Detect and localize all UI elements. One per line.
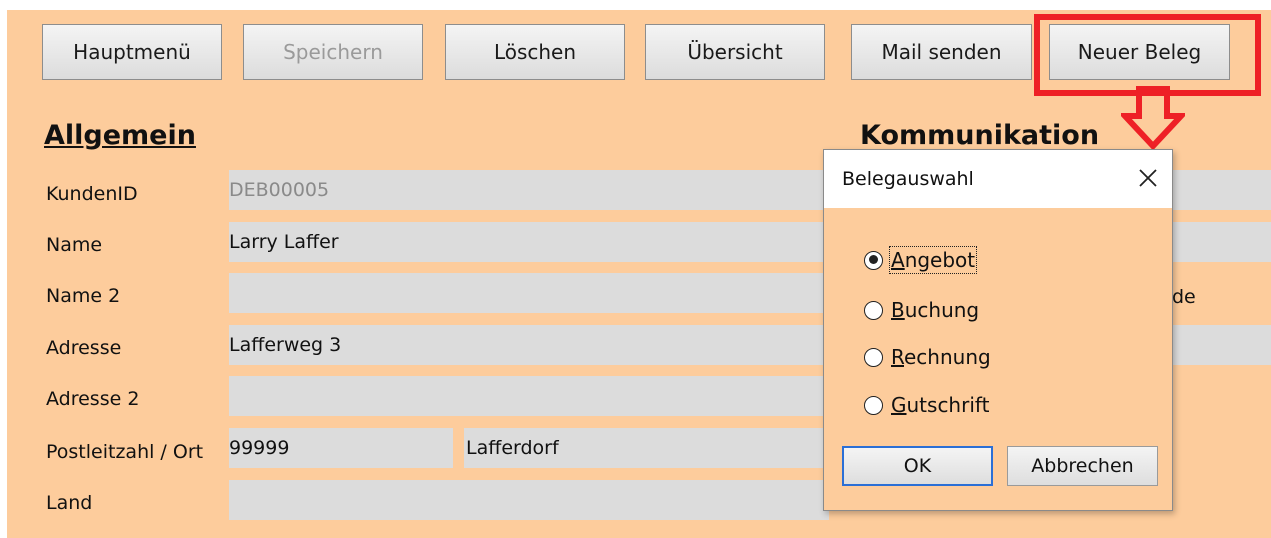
- radio-button[interactable]: [864, 300, 883, 320]
- ok-button[interactable]: OK: [842, 446, 993, 486]
- section-title-communication: Kommunikation: [860, 120, 1100, 151]
- section-title-general: Allgemein: [44, 120, 196, 151]
- cancel-button[interactable]: Abbrechen: [1007, 446, 1158, 486]
- save-button: Speichern: [243, 24, 423, 80]
- radio-label-rechnung: Rechnung: [891, 345, 991, 369]
- annotation-highlight-box: [1034, 14, 1261, 96]
- radio-button-checked[interactable]: [864, 250, 883, 270]
- name-2-field[interactable]: [229, 273, 829, 313]
- adresse-field[interactable]: Lafferweg 3: [229, 325, 829, 365]
- radio-option-gutschrift[interactable]: Gutschrift: [864, 393, 989, 417]
- radio-option-angebot[interactable]: Angebot: [864, 246, 978, 274]
- dialog-title: Belegauswahl: [842, 168, 974, 190]
- label-kunden-id: KundenID: [46, 183, 138, 205]
- radio-button[interactable]: [864, 395, 883, 415]
- radio-option-buchung[interactable]: Buchung: [864, 298, 979, 322]
- down-arrow-icon: [1121, 86, 1185, 151]
- plz-field[interactable]: 99999: [229, 428, 453, 468]
- kunden-id-field: DEB00005: [229, 170, 829, 210]
- delete-button[interactable]: Löschen: [445, 24, 625, 80]
- communication-field-1[interactable]: [1172, 170, 1271, 210]
- radio-label-angebot: Angebot: [888, 246, 978, 274]
- overview-button[interactable]: Übersicht: [645, 24, 825, 80]
- communication-field-3[interactable]: [1172, 325, 1271, 365]
- label-plz-ort: Postleitzahl / Ort: [46, 441, 204, 463]
- dialog-titlebar: Belegauswahl: [824, 150, 1172, 208]
- radio-option-rechnung[interactable]: Rechnung: [864, 345, 991, 369]
- ort-field[interactable]: Lafferdorf: [464, 428, 829, 468]
- main-menu-button[interactable]: Hauptmenü: [42, 24, 222, 80]
- radio-button[interactable]: [864, 347, 883, 367]
- communication-label-partial: de: [1172, 286, 1196, 308]
- label-name: Name: [46, 234, 103, 256]
- label-adresse: Adresse: [46, 337, 122, 359]
- document-selection-dialog: Belegauswahl Angebot Buchung Rechnung Gu…: [823, 149, 1173, 511]
- label-adresse-2: Adresse 2: [46, 388, 140, 410]
- communication-field-2[interactable]: [1172, 222, 1271, 262]
- name-field[interactable]: Larry Laffer: [229, 222, 829, 262]
- label-name-2: Name 2: [46, 285, 121, 307]
- radio-label-buchung: Buchung: [891, 298, 980, 322]
- adresse-2-field[interactable]: [229, 376, 829, 416]
- close-icon[interactable]: [1134, 164, 1162, 192]
- label-land: Land: [46, 492, 93, 514]
- radio-label-gutschrift: Gutschrift: [891, 393, 990, 417]
- send-mail-button[interactable]: Mail senden: [851, 24, 1032, 80]
- land-field[interactable]: [229, 480, 829, 520]
- form-window: Hauptmenü Speichern Löschen Übersicht Ma…: [0, 0, 1271, 538]
